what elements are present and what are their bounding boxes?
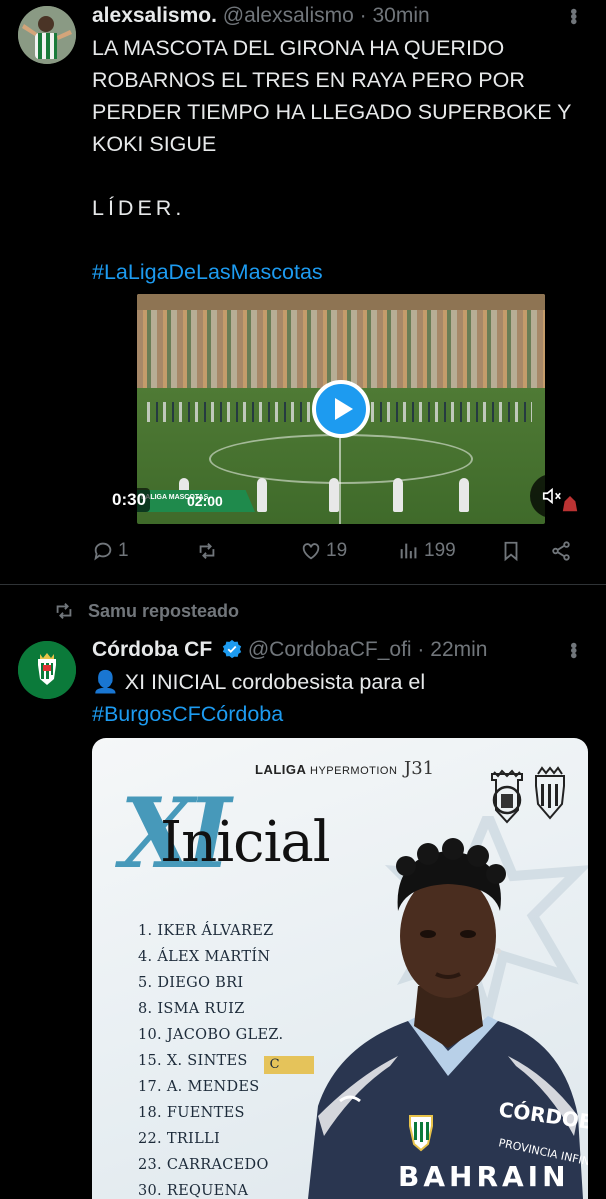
repost-context[interactable]: Samu reposteado <box>52 600 239 622</box>
person-emoji: 👤 <box>92 670 119 694</box>
player-photo: CÓRDOBA PROVINCIA INFINITA BAHRAIN <box>308 816 588 1199</box>
lineup-graphic[interactable]: LALIGA HYPERMOTION J31 XI Inicial 1. IKE… <box>92 738 588 1199</box>
handle[interactable]: @CordobaCF_ofi <box>248 638 412 661</box>
laliga-logo: LALIGA HYPERMOTION <box>255 762 397 777</box>
player-item: 10. JACOBO GLEZ. <box>138 1027 284 1043</box>
handle[interactable]: @alexsalismo <box>223 4 354 27</box>
player-item: 1. IKER ÁLVAREZ <box>138 923 274 939</box>
repost-icon <box>199 543 215 559</box>
player-item: 18. FUENTES <box>138 1105 245 1121</box>
center-circle <box>209 434 473 484</box>
tweet-header: Córdoba CF @CordobaCF_ofi · 22min <box>92 638 487 662</box>
scorebug: LALIGA MASCOTAS 02:00 <box>137 490 255 512</box>
scorebug-time: 02:00 <box>187 493 223 509</box>
muted-speaker-icon <box>542 487 561 505</box>
more-options-icon[interactable]: ••• <box>561 642 584 657</box>
tweet-divider <box>0 584 606 585</box>
hashtag-link[interactable]: #LaLigaDeLasMascotas <box>92 256 587 288</box>
tweet-text: LA MASCOTA DEL GIRONA HA QUERIDO ROBARNO… <box>92 36 572 156</box>
display-name[interactable]: alexsalismo. <box>92 4 217 27</box>
mascot-figure <box>393 478 403 512</box>
player-item: 30. REQUENA <box>138 1183 249 1199</box>
view-count: 199 <box>424 540 456 561</box>
tweet-text-content: XI INICIAL cordobesista para el <box>124 670 426 694</box>
reply-count: 1 <box>118 540 129 561</box>
hashtag-link[interactable]: #BurgosCFCórdoba <box>92 698 587 730</box>
mascot-figure <box>459 478 469 512</box>
repost-context-text: Samu reposteado <box>88 600 240 621</box>
like-count: 19 <box>326 540 348 561</box>
verified-badge-icon <box>222 639 242 659</box>
tweet-text-line: LÍDER. <box>92 196 186 220</box>
mascot-figure <box>329 478 339 512</box>
timestamp[interactable]: 22min <box>430 638 487 661</box>
tweet-actions: 1 19 199 <box>92 540 587 570</box>
tweet-text: 👤 XI INICIAL cordobesista para el <box>92 666 587 698</box>
play-button[interactable] <box>312 380 370 438</box>
share-icon <box>552 541 570 561</box>
share-button[interactable] <box>550 540 572 562</box>
player-item: 8. ISMA RUIZ <box>138 1001 245 1017</box>
tweet-header: alexsalismo. @alexsalismo · 30min <box>92 4 430 28</box>
tweet-alexsalismo[interactable]: alexsalismo. @alexsalismo · 30min ••• LA… <box>0 0 606 584</box>
player-list: 1. IKER ÁLVAREZ 4. ÁLEX MARTÍN 5. DIEGO … <box>138 918 314 1199</box>
reply-icon <box>94 542 112 561</box>
bookmark-button[interactable] <box>500 540 522 562</box>
avatar-photo <box>18 6 76 64</box>
jornada-label: J31 <box>404 758 435 779</box>
reply-button[interactable]: 1 <box>92 540 129 562</box>
player-item: 22. TRILLI <box>138 1131 220 1147</box>
shirt-sponsor: BAHRAIN <box>398 1160 570 1193</box>
video-duration: 0:30 <box>108 488 151 512</box>
player-item-captain: 15. X. SINTES C <box>138 1048 314 1074</box>
laliga-text: LALIGA <box>255 762 306 777</box>
cordoba-crest-icon <box>18 641 76 699</box>
bookmark-icon <box>504 541 518 562</box>
like-button[interactable]: 19 <box>300 540 347 562</box>
display-name[interactable]: Córdoba CF <box>92 638 212 661</box>
play-icon <box>334 398 353 420</box>
mascot-figure <box>257 478 267 512</box>
stadium-roof <box>137 294 545 310</box>
hypermotion-text: HYPERMOTION <box>310 765 398 777</box>
more-options-icon[interactable]: ••• <box>561 8 584 23</box>
player-item: 17. A. MENDES <box>138 1079 260 1095</box>
player-item: 23. CARRACEDO <box>138 1157 269 1173</box>
separator: · <box>359 4 367 27</box>
video-player[interactable]: LALIGA MASCOTAS 02:00 <box>137 294 545 524</box>
avatar[interactable] <box>18 641 76 699</box>
mute-button[interactable] <box>530 474 574 518</box>
separator: · <box>417 638 425 661</box>
player-item: 5. DIEGO BRI <box>138 975 244 991</box>
player-item: 4. ÁLEX MARTÍN <box>138 949 271 965</box>
analytics-icon <box>400 543 417 559</box>
views-button[interactable]: 199 <box>398 540 456 562</box>
timestamp[interactable]: 30min <box>372 4 429 27</box>
repost-button[interactable] <box>196 540 222 562</box>
repost-icon <box>56 603 72 619</box>
player-name: 15. X. SINTES <box>138 1053 248 1069</box>
heart-icon <box>302 543 320 560</box>
avatar[interactable] <box>18 6 76 64</box>
